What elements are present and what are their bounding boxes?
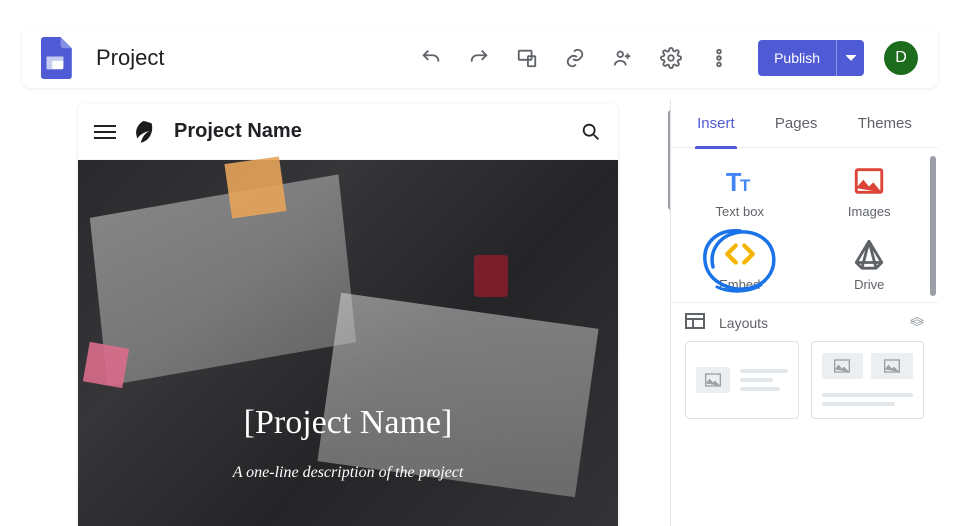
insert-textbox[interactable]: TT Text box bbox=[675, 164, 805, 219]
site-logo-icon[interactable] bbox=[130, 119, 156, 145]
insert-label: Text box bbox=[716, 204, 764, 219]
insert-label: Images bbox=[848, 204, 891, 219]
insert-drive[interactable]: Drive bbox=[805, 237, 935, 292]
panel-tabs: Insert Pages Themes bbox=[671, 100, 938, 148]
insert-embed[interactable]: Embed bbox=[675, 237, 805, 292]
placeholder-image-icon bbox=[871, 353, 913, 379]
more-button[interactable] bbox=[708, 47, 730, 69]
placeholder-image-icon bbox=[696, 367, 730, 393]
search-icon[interactable] bbox=[580, 121, 602, 143]
hero-section[interactable]: [Project Name] A one-line description of… bbox=[78, 160, 618, 526]
site-header: Project Name bbox=[78, 104, 618, 160]
collapse-icon[interactable]: ︽︾ bbox=[910, 313, 924, 333]
app-toolbar: Project Publish D bbox=[22, 28, 938, 88]
settings-button[interactable] bbox=[660, 47, 682, 69]
tab-insert[interactable]: Insert bbox=[695, 100, 737, 148]
insert-label: Drive bbox=[854, 277, 884, 292]
toolbar-actions bbox=[420, 47, 730, 69]
placeholder-image-icon bbox=[822, 353, 864, 379]
account-avatar[interactable]: D bbox=[884, 41, 918, 75]
menu-icon[interactable] bbox=[94, 121, 116, 143]
hero-title[interactable]: [Project Name] bbox=[244, 404, 453, 442]
publish-dropdown[interactable] bbox=[836, 40, 864, 76]
layout-option-1[interactable] bbox=[685, 341, 799, 419]
site-title[interactable]: Project Name bbox=[174, 120, 302, 143]
drive-icon bbox=[852, 237, 886, 271]
textbox-icon: TT bbox=[723, 164, 757, 198]
share-button[interactable] bbox=[612, 47, 634, 69]
layouts-icon bbox=[685, 313, 705, 332]
images-icon bbox=[852, 164, 886, 198]
layout-option-2[interactable] bbox=[811, 341, 925, 419]
tab-pages[interactable]: Pages bbox=[773, 100, 820, 148]
site-preview[interactable]: Project Name [Project Name] A one-line d… bbox=[78, 104, 618, 526]
preview-button[interactable] bbox=[516, 47, 538, 69]
tab-themes[interactable]: Themes bbox=[856, 100, 914, 148]
embed-icon bbox=[723, 237, 757, 271]
publish-button[interactable]: Publish bbox=[758, 40, 864, 76]
sites-logo[interactable] bbox=[38, 37, 72, 79]
redo-button[interactable] bbox=[468, 47, 490, 69]
layouts-header[interactable]: Layouts ︽︾ bbox=[671, 302, 938, 341]
link-button[interactable] bbox=[564, 47, 586, 69]
undo-button[interactable] bbox=[420, 47, 442, 69]
insert-images[interactable]: Images bbox=[805, 164, 935, 219]
document-title[interactable]: Project bbox=[96, 45, 164, 71]
publish-label: Publish bbox=[758, 50, 836, 66]
insert-label: Embed bbox=[719, 277, 760, 292]
layouts-label: Layouts bbox=[719, 315, 768, 331]
hero-subtitle[interactable]: A one-line description of the project bbox=[233, 464, 464, 482]
canvas-area: Project Name [Project Name] A one-line d… bbox=[22, 100, 670, 526]
side-panel: Insert Pages Themes TT Text box Images bbox=[670, 100, 938, 526]
svg-text:T: T bbox=[740, 176, 751, 195]
